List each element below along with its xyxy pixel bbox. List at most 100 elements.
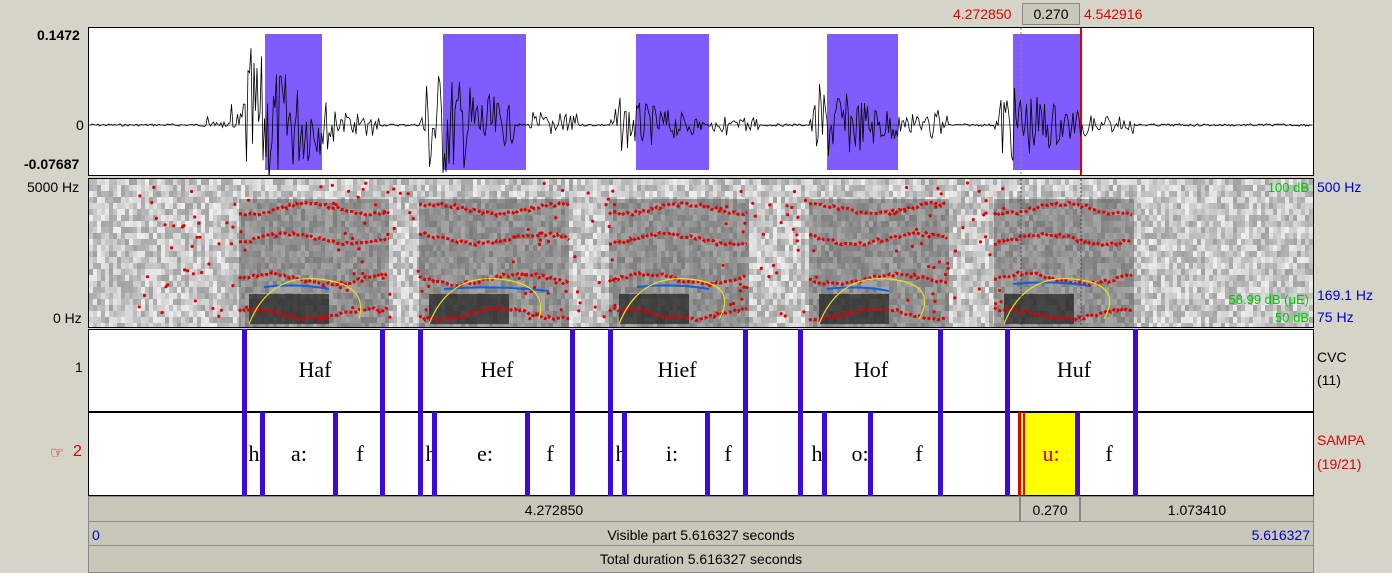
- tier2-boundary: [570, 412, 575, 496]
- tier2-boundary: [608, 412, 613, 496]
- formant-point: [361, 272, 365, 276]
- formant-point: [150, 201, 154, 205]
- selection-segment-bar[interactable]: 0.270: [1020, 496, 1080, 524]
- formant-point: [195, 235, 199, 239]
- formant-point: [392, 187, 396, 191]
- right-segment-bar[interactable]: 1.073410: [1080, 496, 1314, 524]
- formant-point: [190, 189, 194, 194]
- formant-point: [984, 235, 988, 239]
- formant-point: [984, 199, 988, 203]
- formant-point: [753, 214, 757, 218]
- formant-point: [538, 238, 542, 242]
- formant-point: [786, 213, 790, 217]
- formant-point: [554, 281, 558, 285]
- formant-point: [573, 255, 577, 259]
- formant-point: [802, 310, 806, 314]
- formant-point: [244, 305, 248, 309]
- formant-point: [330, 183, 334, 187]
- left-segment-bar[interactable]: 4.272850: [88, 496, 1020, 524]
- formant-point: [350, 236, 355, 241]
- formant-point: [741, 230, 745, 234]
- formant-point: [792, 190, 797, 194]
- formant-point: [352, 272, 356, 276]
- formant-point: [759, 266, 763, 270]
- formant-point: [246, 198, 251, 202]
- formant-point: [575, 290, 580, 294]
- formant-point: [145, 275, 149, 279]
- formant-point: [524, 291, 528, 296]
- spectrogram-panel[interactable]: 100 dB 58.99 dB (μE) 50 dB: [88, 178, 1314, 328]
- tier1-boundary: [380, 329, 385, 412]
- formant-point: [560, 188, 565, 193]
- formant-point: [965, 181, 970, 185]
- formant-point: [416, 269, 420, 273]
- formant-point: [211, 306, 215, 311]
- formant-point: [364, 181, 368, 185]
- formant-point: [198, 235, 202, 239]
- tier1-boundary: [1005, 329, 1010, 412]
- formant-point: [931, 292, 935, 296]
- spectrogram-bottom-freq-label: 0 Hz: [53, 310, 82, 326]
- tier2-boundary: [260, 412, 265, 496]
- formant-point: [906, 298, 910, 302]
- formant-point: [427, 284, 431, 288]
- formant-point: [398, 191, 402, 195]
- formant-point: [604, 203, 608, 207]
- selection-cursor: [1018, 412, 1021, 496]
- formant-point: [586, 191, 590, 195]
- formant-point: [796, 248, 800, 252]
- formant-point: [319, 185, 323, 189]
- formant-point: [538, 231, 542, 235]
- tier2-number: 2: [73, 443, 82, 460]
- formant-point: [383, 210, 387, 214]
- tier2-boundary: [1133, 412, 1138, 496]
- formant-point: [606, 197, 610, 201]
- waveform-panel[interactable]: [88, 27, 1314, 176]
- formant-point: [946, 266, 950, 270]
- formant-point: [610, 258, 614, 262]
- formant-point: [743, 221, 747, 225]
- formant-point: [170, 246, 174, 250]
- formant-point: [593, 305, 597, 309]
- tier2-boundary: [798, 412, 803, 496]
- intensity-top-label: 100 dB: [1267, 180, 1309, 195]
- formant-point: [542, 181, 546, 186]
- formant-point: [154, 216, 158, 220]
- formant-point: [939, 192, 943, 196]
- formant-point: [142, 293, 147, 298]
- pitch-mid-label: 169.1 Hz: [1317, 287, 1374, 303]
- tier1-boundary: [1133, 329, 1138, 412]
- formant-point: [577, 309, 581, 313]
- spectrogram-top-freq-label: 5000 Hz: [27, 179, 80, 195]
- tier1-boundary: [938, 329, 943, 412]
- formant-point: [343, 231, 347, 235]
- formant-point: [351, 306, 355, 310]
- formant-point: [408, 211, 412, 215]
- formant-point: [796, 215, 800, 219]
- voiced-region: [443, 34, 526, 170]
- total-duration-bar[interactable]: Total duration 5.616327 seconds: [88, 545, 1314, 573]
- voiced-region: [636, 34, 709, 170]
- formant-point: [779, 221, 783, 225]
- selection-duration[interactable]: 0.270: [1022, 3, 1080, 25]
- formant-point: [783, 314, 787, 318]
- tier2-boundary: [822, 412, 827, 496]
- formant-point: [207, 262, 211, 266]
- pitch-bottom-label: 75 Hz: [1317, 309, 1354, 325]
- formant-point: [578, 301, 582, 305]
- formant-point: [357, 247, 361, 251]
- formant-point: [708, 284, 712, 288]
- tier2-boundary: [938, 412, 943, 496]
- formant-point: [738, 289, 743, 293]
- formant-point: [740, 297, 744, 301]
- formant-point: [936, 186, 940, 190]
- intensity-bottom-label: 50 dB: [1275, 310, 1309, 325]
- formant-point: [751, 201, 755, 205]
- formant-point: [534, 313, 539, 317]
- voiced-region: [827, 34, 898, 170]
- formant-point: [172, 224, 176, 228]
- formant-point: [377, 310, 381, 314]
- formant-point: [363, 221, 367, 225]
- formant-point: [724, 222, 728, 226]
- waveform-ymin-label: -0.07687: [24, 156, 80, 172]
